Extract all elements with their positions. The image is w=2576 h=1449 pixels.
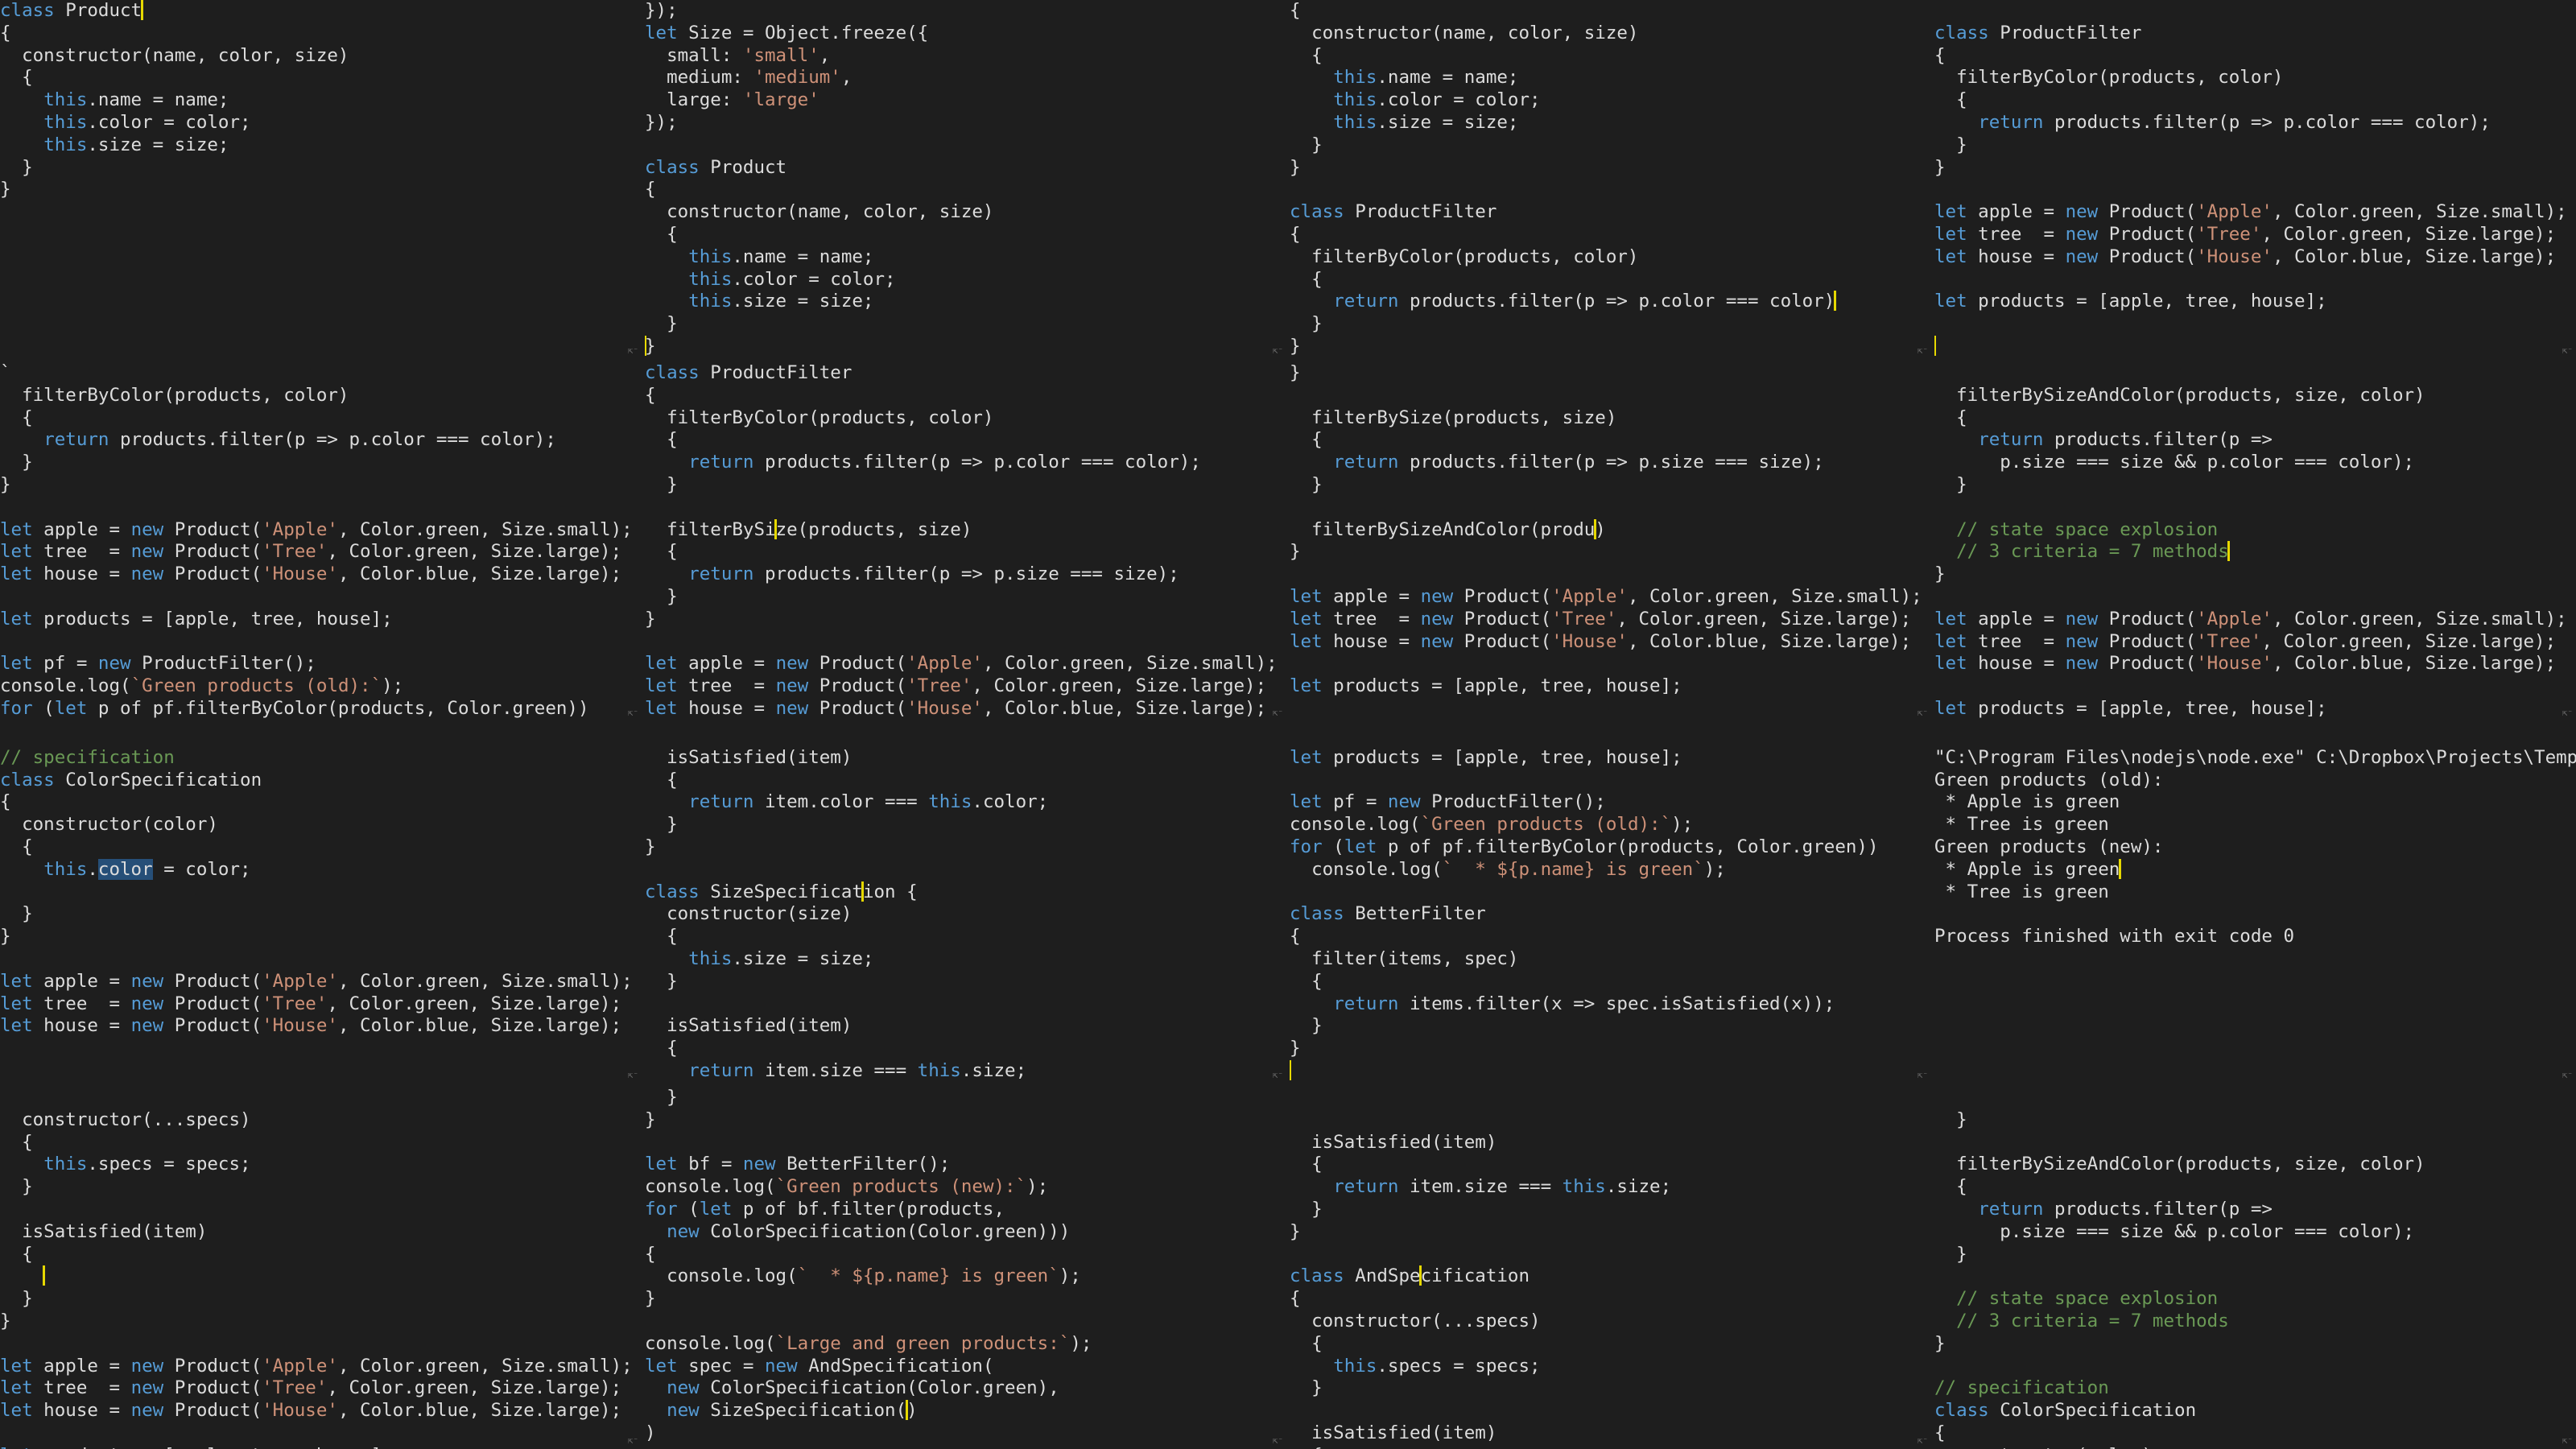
fold-marker-icon: ⇱⁻	[1272, 345, 1283, 356]
fold-marker-icon: ⇱⁻	[627, 708, 638, 718]
fold-marker-icon: ⇱⁻	[1917, 1070, 1928, 1080]
code-panel-4[interactable]: class ProductFilter { filterByColor(prod…	[1934, 0, 2576, 359]
code-panel-2[interactable]: }); let Size = Object.freeze({ small: 's…	[645, 0, 1286, 359]
code-text: class ProductFilter { filterByColor(prod…	[645, 362, 1278, 719]
code-panel-13[interactable]: constructor(...specs) { this.specs = spe…	[0, 1087, 642, 1449]
code-panel-11[interactable]: let products = [apple, tree, house]; let…	[1290, 724, 1931, 1084]
fold-marker-icon: ⇱⁻	[2562, 345, 2573, 356]
fold-marker-icon: ⇱⁻	[2562, 708, 2573, 718]
code-panel-16[interactable]: } filterBySizeAndColor(products, size, c…	[1934, 1087, 2576, 1449]
code-panel-8[interactable]: filterBySizeAndColor(products, size, col…	[1934, 362, 2576, 721]
fold-marker-icon: ⇱⁻	[1272, 708, 1283, 718]
code-text: } filterBySizeAndColor(products, size, c…	[1934, 1108, 2425, 1449]
code-text: isSatisfied(item) { return item.color ==…	[645, 746, 1049, 1081]
code-text: filterBySizeAndColor(products, size, col…	[1934, 384, 2567, 719]
code-text: let products = [apple, tree, house]; let…	[1290, 724, 1879, 1083]
code-text: isSatisfied(item) { return item.size ===…	[1290, 1131, 1672, 1449]
fold-marker-icon: ⇱⁻	[627, 345, 638, 356]
code-text: ` filterByColor(products, color) { retur…	[0, 362, 633, 721]
fold-marker-icon: ⇱⁻	[627, 1435, 638, 1446]
code-text: }); let Size = Object.freeze({ small: 's…	[645, 0, 994, 357]
terminal-text: "C:\Program Files\nodejs\node.exe" C:\Dr…	[1934, 746, 2576, 947]
video-grid: class Product { constructor(name, color,…	[0, 0, 2576, 1449]
code-text: // specification class ColorSpecificatio…	[0, 746, 633, 1037]
fold-marker-icon: ⇱⁻	[1272, 1070, 1283, 1080]
code-text: { constructor(name, color, size) { this.…	[1290, 0, 1836, 357]
fold-marker-icon: ⇱⁻	[2562, 1070, 2573, 1080]
code-panel-15[interactable]: isSatisfied(item) { return item.size ===…	[1290, 1087, 1931, 1449]
code-panel-5[interactable]: ` filterByColor(products, color) { retur…	[0, 362, 642, 721]
fold-marker-icon: ⇱⁻	[1272, 1435, 1283, 1446]
code-panel-10[interactable]: isSatisfied(item) { return item.color ==…	[645, 724, 1286, 1084]
code-text: class ProductFilter { filterByColor(prod…	[1934, 0, 2567, 358]
code-panel-7[interactable]: } filterBySize(products, size) { return …	[1290, 362, 1931, 721]
fold-marker-icon: ⇱⁻	[627, 1070, 638, 1080]
code-panel-9[interactable]: // specification class ColorSpecificatio…	[0, 724, 642, 1084]
code-text: } } let bf = new BetterFilter(); console…	[645, 1087, 1092, 1443]
fold-marker-icon: ⇱⁻	[1917, 708, 1928, 718]
code-panel-14[interactable]: } } let bf = new BetterFilter(); console…	[645, 1087, 1286, 1449]
fold-marker-icon: ⇱⁻	[2562, 1435, 2573, 1446]
terminal-output-panel[interactable]: "C:\Program Files\nodejs\node.exe" C:\Dr…	[1934, 724, 2576, 1084]
code-panel-1[interactable]: class Product { constructor(name, color,…	[0, 0, 642, 359]
fold-marker-icon: ⇱⁻	[1917, 1435, 1928, 1446]
fold-marker-icon: ⇱⁻	[1917, 345, 1928, 356]
code-panel-6[interactable]: class ProductFilter { filterByColor(prod…	[645, 362, 1286, 721]
code-text: class Product { constructor(name, color,…	[0, 0, 349, 200]
code-text: constructor(...specs) { this.specs = spe…	[0, 1108, 633, 1449]
code-panel-3[interactable]: { constructor(name, color, size) { this.…	[1290, 0, 1931, 359]
code-text: } filterBySize(products, size) { return …	[1290, 362, 1922, 697]
